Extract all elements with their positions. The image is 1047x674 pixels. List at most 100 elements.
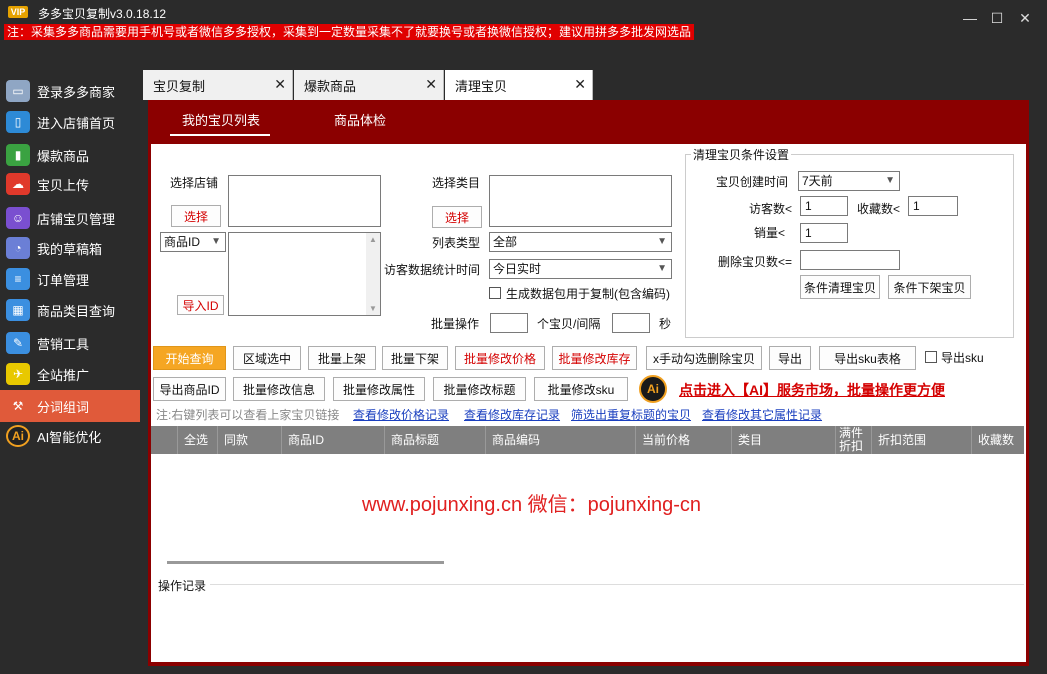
maximize-icon[interactable]: ☐ bbox=[989, 10, 1005, 26]
tab-check[interactable]: 商品体检 bbox=[334, 110, 386, 129]
column-header[interactable]: 折扣范围 bbox=[871, 426, 971, 454]
close-icon[interactable]: ✕ bbox=[1017, 10, 1033, 26]
list-type-label: 列表类型 bbox=[432, 236, 481, 250]
tab-close-icon[interactable]: ✕ bbox=[425, 76, 437, 93]
tools-icon: ✎ bbox=[6, 332, 30, 354]
sidebar-item[interactable]: ⚒ 分词组词 bbox=[0, 390, 140, 422]
sidebar-item[interactable]: ≡ 订单管理 bbox=[0, 263, 140, 295]
tab-label: 清理宝贝 bbox=[455, 78, 508, 94]
horizontal-scrollbar[interactable] bbox=[167, 561, 444, 564]
column-header[interactable]: 商品ID bbox=[281, 426, 384, 454]
condition-offshelf-button[interactable]: 条件下架宝贝 bbox=[888, 275, 971, 299]
start-query-button[interactable]: 开始查询 bbox=[153, 346, 226, 370]
stock-log-link[interactable]: 查看修改库存记录 bbox=[464, 406, 560, 423]
price-log-link[interactable]: 查看修改价格记录 bbox=[353, 406, 449, 423]
user-icon: ☺ bbox=[6, 207, 30, 229]
sidebar-item[interactable]: ▮ 爆款商品 bbox=[0, 139, 140, 171]
favorites-label: 收藏数< bbox=[857, 202, 901, 216]
column-header[interactable]: 当前价格 bbox=[635, 426, 731, 454]
id-textarea[interactable]: ▲ ▼ bbox=[228, 232, 381, 316]
sidebar-item[interactable]: ☁ 宝贝上传 bbox=[0, 168, 140, 200]
sales-input[interactable]: 1 bbox=[800, 223, 848, 243]
sidebar-item[interactable]: ✈ 全站推广 bbox=[0, 358, 140, 390]
delete-count-input[interactable] bbox=[800, 250, 900, 270]
tab-strip: 宝贝复制 ✕ 爆款商品 ✕ 清理宝贝 ✕ bbox=[143, 70, 1047, 100]
sidebar-item[interactable]: ▯ 进入店铺首页 bbox=[0, 106, 140, 138]
gen-data-label: 生成数据包用于复制(包含编码) bbox=[506, 287, 670, 301]
sidebar-item[interactable]: ✎ 营销工具 bbox=[0, 327, 140, 359]
batch-stock-button[interactable]: 批量修改库存 bbox=[552, 346, 637, 370]
interval-input[interactable] bbox=[612, 313, 650, 333]
ai-icon[interactable]: Ai bbox=[639, 375, 667, 403]
ai-promo-link[interactable]: 点击进入【AI】服务市场，批量操作更方便 bbox=[679, 380, 945, 400]
sidebar-item-label: 宝贝上传 bbox=[37, 177, 90, 193]
batch-title-button[interactable]: 批量修改标题 bbox=[433, 377, 526, 401]
gen-data-checkbox[interactable] bbox=[489, 287, 501, 299]
phone-icon: ▯ bbox=[6, 111, 30, 133]
created-time-select[interactable]: 7天前 ▼ bbox=[798, 171, 900, 191]
other-attr-log-link[interactable]: 查看修改其它属性记录 bbox=[702, 406, 822, 423]
sidebar-item-label: 进入店铺首页 bbox=[37, 115, 116, 131]
per-interval-label: 个宝贝/间隔 bbox=[537, 317, 601, 331]
column-header[interactable]: 商品编码 bbox=[485, 426, 635, 454]
export-button[interactable]: 导出 bbox=[769, 346, 811, 370]
select-shop-button[interactable]: 选择 bbox=[171, 205, 221, 227]
visitor-stat-select[interactable]: 今日实时 ▼ bbox=[489, 259, 672, 279]
condition-clean-button[interactable]: 条件清理宝贝 bbox=[800, 275, 880, 299]
batch-info-button[interactable]: 批量修改信息 bbox=[233, 377, 325, 401]
area-select-button[interactable]: 区域选中 bbox=[233, 346, 301, 370]
sidebar-item[interactable]: ◔ 我的草稿箱 bbox=[0, 232, 140, 264]
sidebar-item[interactable]: ☺ 店铺宝贝管理 bbox=[0, 202, 140, 234]
batch-offshelf-button[interactable]: 批量下架 bbox=[382, 346, 448, 370]
sidebar-item-label: 爆款商品 bbox=[37, 148, 90, 164]
import-id-button[interactable]: 导入ID bbox=[177, 295, 224, 315]
visitors-input[interactable]: 1 bbox=[800, 196, 848, 216]
tab-clean[interactable]: 清理宝贝 ✕ bbox=[445, 70, 593, 100]
sidebar-item-label: 商品类目查询 bbox=[37, 303, 116, 319]
sales-label: 销量< bbox=[754, 226, 786, 240]
tab-copy[interactable]: 宝贝复制 ✕ bbox=[143, 70, 293, 100]
batch-price-button[interactable]: 批量修改价格 bbox=[455, 346, 545, 370]
grid-icon: ▦ bbox=[6, 299, 30, 321]
list-type-select[interactable]: 全部 ▼ bbox=[489, 232, 672, 252]
scrollbar[interactable]: ▲ ▼ bbox=[366, 233, 380, 315]
export-sku-table-button[interactable]: 导出sku表格 bbox=[819, 346, 916, 370]
sidebar-item-label: 分词组词 bbox=[37, 399, 90, 415]
scroll-down-icon[interactable]: ▼ bbox=[369, 304, 377, 313]
watermark: www.pojunxing.cn 微信：pojunxing-cn bbox=[362, 494, 702, 516]
column-header[interactable]: 全选 bbox=[177, 426, 217, 454]
app-title: 多多宝贝复制v3.0.18.12 bbox=[38, 7, 167, 21]
notice-banner: 注：采集多多商品需要用手机号或者微信多多授权，采集到一定数量采集不了就要换号或者… bbox=[4, 24, 695, 40]
favorites-input[interactable]: 1 bbox=[908, 196, 958, 216]
column-header[interactable]: 同款 bbox=[217, 426, 281, 454]
delete-count-label: 删除宝贝数<= bbox=[718, 255, 793, 269]
batch-count-input[interactable] bbox=[490, 313, 528, 333]
seconds-label: 秒 bbox=[659, 317, 672, 331]
export-sku-checkbox[interactable] bbox=[925, 351, 937, 363]
tab-my-list[interactable]: 我的宝贝列表 bbox=[182, 110, 260, 129]
manual-delete-button[interactable]: x手动勾选删除宝贝 bbox=[646, 346, 762, 370]
dup-title-link[interactable]: 筛选出重复标题的宝贝 bbox=[571, 406, 691, 423]
sidebar-item[interactable]: ▭ 登录多多商家 bbox=[0, 75, 140, 107]
category-list[interactable] bbox=[489, 175, 672, 227]
column-header[interactable]: 类目 bbox=[731, 426, 835, 454]
scroll-up-icon[interactable]: ▲ bbox=[369, 235, 377, 244]
batch-sku-button[interactable]: 批量修改sku bbox=[534, 377, 628, 401]
select-category-button[interactable]: 选择 bbox=[432, 206, 482, 228]
batch-attr-button[interactable]: 批量修改属性 bbox=[333, 377, 425, 401]
column-header[interactable]: 满件折扣 bbox=[835, 426, 871, 454]
sidebar-item[interactable]: ▦ 商品类目查询 bbox=[0, 294, 140, 326]
list-note: 注:右键列表可以查看上家宝贝链接 bbox=[156, 408, 340, 422]
tab-hot[interactable]: 爆款商品 ✕ bbox=[294, 70, 444, 100]
tab-close-icon[interactable]: ✕ bbox=[574, 76, 586, 93]
batch-onshelf-button[interactable]: 批量上架 bbox=[308, 346, 376, 370]
minimize-icon[interactable]: — bbox=[962, 10, 978, 26]
id-type-select[interactable]: 商品ID ▼ bbox=[160, 232, 226, 252]
shop-list[interactable] bbox=[228, 175, 381, 227]
column-header[interactable]: 收藏数 bbox=[971, 426, 1024, 454]
chevron-down-icon: ▼ bbox=[657, 236, 667, 247]
tab-close-icon[interactable]: ✕ bbox=[274, 76, 286, 93]
export-ids-button[interactable]: 导出商品ID bbox=[153, 377, 226, 401]
sidebar-item[interactable]: Ai AI智能优化 bbox=[0, 420, 140, 452]
column-header[interactable]: 商品标题 bbox=[384, 426, 485, 454]
